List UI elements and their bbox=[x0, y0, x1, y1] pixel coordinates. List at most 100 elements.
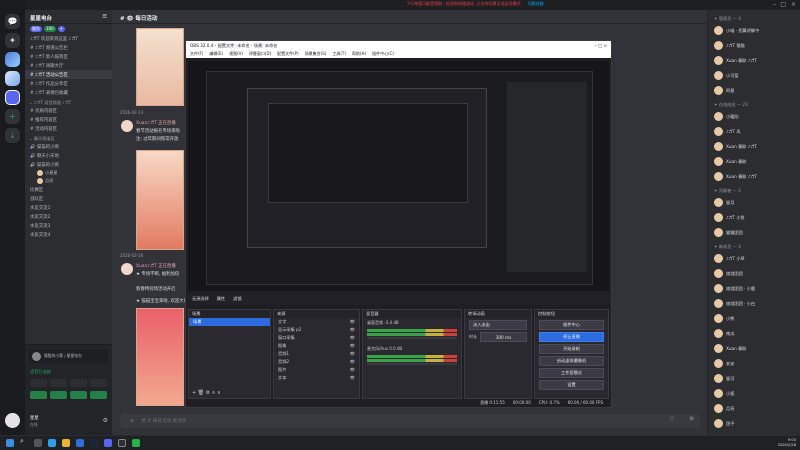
voice-user[interactable]: 小星星 bbox=[25, 169, 112, 177]
voice-channel[interactable]: 🔊 猫猫的小窝 bbox=[25, 142, 112, 151]
channel-item[interactable]: # ♪♬T 闲聊大厅 bbox=[25, 61, 112, 70]
voice-channel[interactable]: 水友交流3 bbox=[25, 221, 112, 230]
obs-taskbar-icon[interactable] bbox=[118, 439, 126, 447]
voice-control-button[interactable] bbox=[90, 391, 107, 399]
stream-preview[interactable]: 猫猫的小窝 / 星星电台 bbox=[29, 349, 108, 363]
avatar[interactable] bbox=[121, 263, 133, 275]
virtual-camera-button[interactable]: 启动虚拟摄像机 bbox=[539, 356, 604, 366]
eye-icon[interactable]: 👁 bbox=[350, 319, 355, 325]
server-icon-blue[interactable] bbox=[5, 52, 20, 67]
member-row[interactable]: 小熊 bbox=[714, 314, 734, 323]
member-row[interactable]: 星河 bbox=[714, 374, 734, 383]
menu-tools[interactable]: 工具(T) bbox=[332, 51, 346, 57]
member-row[interactable]: 小可爱 bbox=[714, 71, 739, 80]
voice-control-button[interactable] bbox=[30, 391, 47, 399]
eye-icon[interactable]: 👁 bbox=[350, 343, 355, 349]
member-row[interactable]: 旅游团团 · 小鹿 bbox=[714, 284, 755, 293]
obs-preview-canvas[interactable] bbox=[188, 61, 609, 291]
volume-slider[interactable] bbox=[367, 363, 457, 365]
source-item[interactable]: 文本 👁 bbox=[274, 374, 359, 382]
download-button[interactable]: ⤓ bbox=[5, 128, 20, 143]
member-row[interactable]: 团子 bbox=[714, 419, 734, 428]
member-row[interactable]: 猫猫团团 bbox=[714, 228, 743, 237]
member-row[interactable]: 南瓜 bbox=[714, 329, 734, 338]
message-image[interactable] bbox=[136, 150, 184, 250]
source-item[interactable]: 窗口采集 👁 bbox=[274, 334, 359, 342]
channel-item[interactable]: # ♪♬T 作品分享区 bbox=[25, 79, 112, 88]
channel-item[interactable]: # 推荐内容区 bbox=[25, 115, 112, 124]
user-name[interactable]: 星星 bbox=[30, 415, 39, 421]
add-server-button[interactable]: + bbox=[5, 109, 20, 124]
member-row[interactable]: Xuan 春联 ♪♬T bbox=[714, 142, 757, 151]
user-avatar-rail[interactable] bbox=[5, 413, 20, 428]
search-icon[interactable]: ⌕ bbox=[20, 437, 28, 445]
member-row[interactable]: 星月 bbox=[714, 198, 734, 207]
edge-icon[interactable] bbox=[76, 439, 84, 447]
message-author[interactable]: Xuan♪♬T 正在直播 bbox=[136, 263, 176, 269]
member-row[interactable]: 安安 bbox=[714, 359, 734, 368]
camera-button[interactable] bbox=[30, 379, 47, 387]
voice-user[interactable]: 月亮 bbox=[25, 177, 112, 185]
steam-icon[interactable] bbox=[90, 439, 98, 447]
channel-item[interactable]: # ♪♬T 频道公告栏 bbox=[25, 43, 112, 52]
member-row[interactable]: 阿星 bbox=[714, 86, 734, 95]
task-view-icon[interactable] bbox=[34, 439, 42, 447]
emoji-icon[interactable]: ☻ bbox=[689, 417, 694, 422]
member-row[interactable]: Xuan 春联 bbox=[714, 344, 746, 353]
voice-control-button[interactable] bbox=[70, 391, 87, 399]
member-row[interactable]: ♪♬T 小鱼 bbox=[714, 213, 745, 222]
member-row[interactable]: Xuan 春联 bbox=[714, 157, 746, 166]
category-header[interactable]: ⌄ 聊天频道区 bbox=[25, 133, 112, 142]
menu-help[interactable]: 帮助(H) bbox=[352, 51, 366, 57]
source-item[interactable]: 图片 👁 bbox=[274, 366, 359, 374]
eye-icon[interactable]: 👁 bbox=[350, 367, 355, 373]
channel-item-selected[interactable]: # ♪♬T 活动公告区 bbox=[25, 70, 112, 79]
channel-item[interactable]: ♪♬T 欢迎来到这里 ♪♬T bbox=[25, 34, 112, 43]
voice-channel[interactable]: 战队区 bbox=[25, 194, 112, 203]
voice-channel[interactable]: 比赛区 bbox=[25, 185, 112, 194]
menu-edit[interactable]: 编辑(E) bbox=[209, 51, 223, 57]
source-item[interactable]: 音频1 👁 bbox=[274, 350, 359, 358]
member-row[interactable]: Xuan 春联 ♪♬T bbox=[714, 56, 757, 65]
member-row[interactable]: 小狐 bbox=[714, 389, 734, 398]
duration-input[interactable]: 300 ms bbox=[480, 332, 527, 342]
activity-button[interactable] bbox=[70, 379, 87, 387]
message-image[interactable] bbox=[136, 28, 184, 106]
member-row[interactable]: 小喵 · 招募讲解中 bbox=[714, 26, 759, 35]
menu-scene-collection[interactable]: 场景集合(S) bbox=[305, 51, 327, 57]
gift-icon[interactable]: ☺ bbox=[669, 417, 674, 422]
eye-icon[interactable]: 👁 bbox=[350, 351, 355, 357]
channel-item[interactable]: # ♪♬T 新人报到区 bbox=[25, 52, 112, 61]
category-header[interactable]: ⌄ ♪♬T 语音频道 ♪♬T bbox=[25, 97, 112, 106]
window-controls[interactable]: – □ × bbox=[595, 43, 607, 48]
source-item[interactable]: 显示采集 p2 👁 bbox=[274, 326, 359, 334]
menu-docks[interactable]: 停靠窗口(D) bbox=[249, 51, 271, 57]
plugin-center-button[interactable]: 插件中心 bbox=[539, 320, 604, 330]
browser-icon[interactable] bbox=[48, 439, 56, 447]
maximize-button[interactable]: □ bbox=[780, 1, 786, 8]
voice-channel[interactable]: 🔊 聊天小天地 bbox=[25, 151, 112, 160]
menu-profile[interactable]: 配置文件(P) bbox=[277, 51, 299, 57]
voice-channel[interactable]: 水友交流1 bbox=[25, 203, 112, 212]
channel-item[interactable]: # 优质内容区 bbox=[25, 106, 112, 115]
close-button[interactable]: × bbox=[791, 1, 796, 8]
discord-taskbar-icon[interactable] bbox=[104, 439, 112, 447]
minimize-button[interactable]: – bbox=[773, 1, 776, 8]
menu-file[interactable]: 文件(F) bbox=[190, 51, 203, 57]
avatar[interactable] bbox=[121, 120, 133, 132]
menu-plugins[interactable]: 插件中心(C) bbox=[372, 51, 394, 57]
transition-select[interactable]: 淡入淡出 bbox=[469, 320, 527, 330]
volume-slider[interactable] bbox=[367, 337, 457, 339]
studio-mode-button[interactable]: 工作室模式 bbox=[539, 368, 604, 378]
notice-action-link[interactable]: 切换线路 bbox=[528, 1, 544, 6]
member-row[interactable]: 月亮 bbox=[714, 404, 734, 413]
settings-button[interactable]: 设置 bbox=[539, 380, 604, 390]
channel-item[interactable]: # ♪♬T 表情包收藏 bbox=[25, 88, 112, 97]
message-image[interactable] bbox=[136, 308, 184, 406]
chat-app-icon[interactable] bbox=[132, 439, 140, 447]
filters-button[interactable]: 滤镜 bbox=[233, 296, 241, 302]
member-row[interactable]: ♪♬T 猫猫 bbox=[714, 41, 745, 50]
server-header[interactable]: 星星电台 ☰ bbox=[25, 10, 112, 24]
voice-channel[interactable]: 水友交流2 bbox=[25, 212, 112, 221]
start-recording-button[interactable]: 开始录制 bbox=[539, 344, 604, 354]
